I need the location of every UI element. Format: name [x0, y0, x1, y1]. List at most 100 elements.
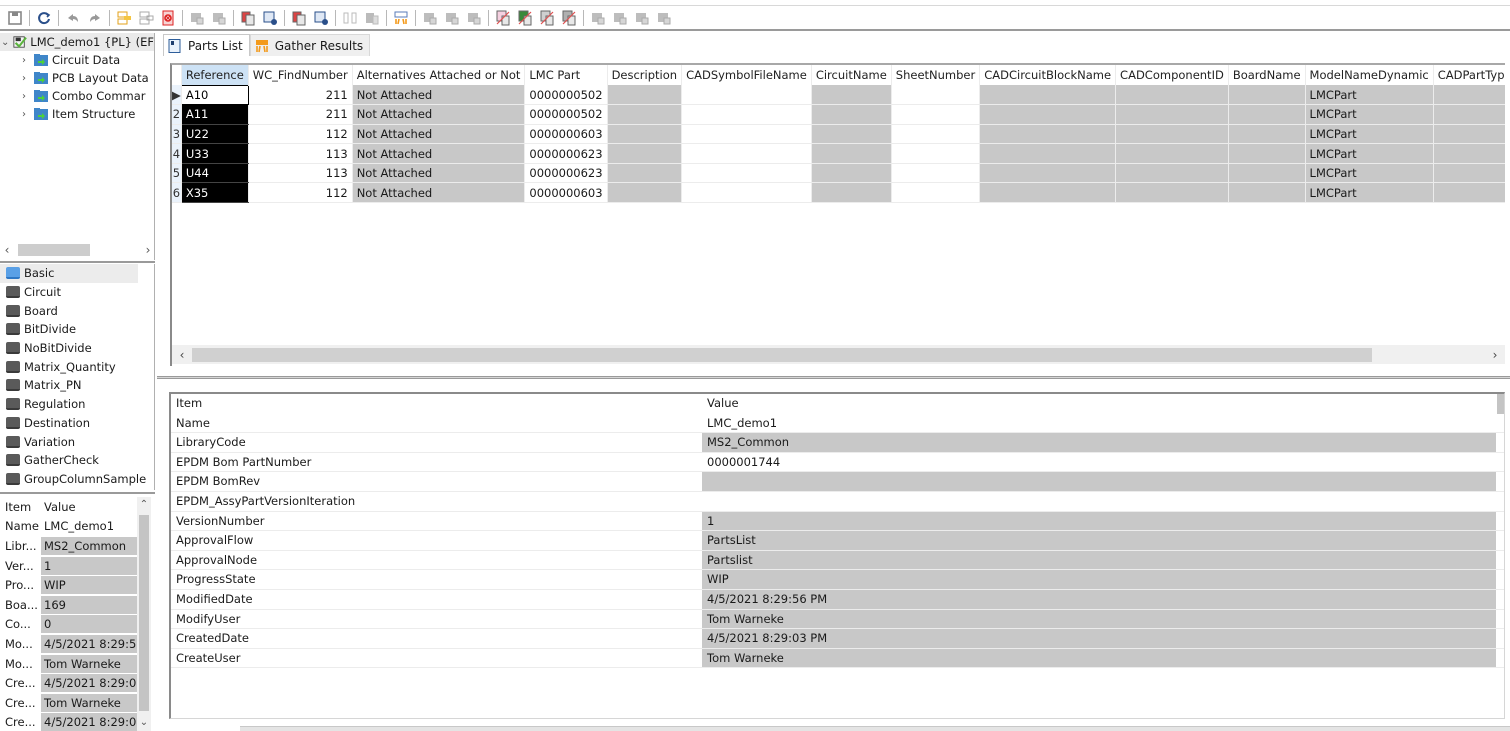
scroll-right-icon[interactable]: ›	[1485, 348, 1505, 362]
undo-icon[interactable]	[64, 9, 82, 27]
import-icon[interactable]	[465, 9, 483, 27]
insert-row-above-icon[interactable]	[188, 9, 206, 27]
view-item[interactable]: Circuit	[0, 283, 154, 302]
column-header[interactable]: Description	[607, 65, 683, 85]
grid-cell[interactable]	[891, 163, 981, 184]
scroll-left-icon[interactable]: ‹	[172, 348, 192, 362]
grid-cell[interactable]	[891, 182, 981, 204]
gather-icon[interactable]	[392, 9, 410, 27]
grid-cell[interactable]: Not Attached	[352, 85, 526, 106]
view-item[interactable]: GatherCheck	[0, 451, 154, 470]
grid-cell[interactable]: 112	[248, 182, 353, 204]
grid-cell[interactable]	[891, 124, 981, 145]
grid-cell[interactable]: 0000000603	[524, 182, 608, 204]
attach-group-icon[interactable]	[633, 9, 651, 27]
cross-link-symbol-icon[interactable]	[494, 9, 512, 27]
grid-cell[interactable]	[607, 104, 683, 125]
cross-link-grid-icon[interactable]	[560, 9, 578, 27]
grid-cell[interactable]: LMCPart	[1305, 163, 1434, 184]
grid-cell[interactable]	[1115, 104, 1229, 125]
view-item[interactable]: Variation	[0, 432, 154, 451]
grid-cell[interactable]: 211	[248, 104, 353, 125]
grid-cell[interactable]	[1433, 182, 1505, 204]
column-header[interactable]: CADCircuitBlockName	[979, 65, 1117, 85]
property-row[interactable]: ApprovalNode Partslist	[171, 550, 1504, 571]
grid-cell[interactable]	[811, 85, 892, 106]
grid-cell[interactable]	[607, 182, 683, 204]
grid-cell[interactable]	[1115, 85, 1229, 106]
grid-cell[interactable]	[607, 143, 683, 164]
property-row[interactable]: CreatedDate 4/5/2021 8:29:03 PM	[171, 629, 1504, 649]
grid-cell[interactable]: Not Attached	[352, 124, 526, 145]
property-value[interactable]: 0000001744	[702, 453, 1496, 472]
horizontal-splitter[interactable]	[157, 376, 1510, 379]
delete-icon[interactable]	[159, 9, 177, 27]
grid-cell[interactable]: 0000000502	[524, 85, 608, 106]
chip-icon[interactable]	[421, 9, 439, 27]
view-item[interactable]: BitDivide	[0, 320, 154, 339]
grid-cell[interactable]	[1228, 124, 1306, 145]
summary-vertical-scrollbar[interactable]: ⌃ ⌄	[137, 497, 151, 731]
save-icon[interactable]	[6, 9, 24, 27]
move-row-icon[interactable]	[312, 9, 330, 27]
view-item[interactable]: GroupColumnSample	[0, 470, 154, 489]
grid-horizontal-scrollbar[interactable]: ‹ ›	[172, 345, 1505, 364]
collapse-rows-icon[interactable]	[137, 9, 155, 27]
refresh-icon[interactable]	[35, 9, 53, 27]
property-row[interactable]: ModifyUser Tom Warneke	[171, 609, 1504, 630]
summary-row[interactable]: Pro... WIP	[2, 575, 153, 595]
row-header[interactable]: 6	[172, 182, 182, 204]
chevron-right-icon[interactable]: ›	[18, 73, 30, 84]
grid-cell[interactable]	[979, 182, 1117, 204]
property-row[interactable]: Name LMC_demo1	[171, 414, 1504, 434]
grid-cell[interactable]: LMCPart	[1305, 182, 1434, 204]
grid-cell[interactable]	[811, 143, 892, 164]
property-row[interactable]: ApprovalFlow PartsList	[171, 531, 1504, 551]
grid-cell[interactable]	[1228, 104, 1306, 125]
property-value[interactable]: 4/5/2021 8:29:56 PM	[702, 589, 1496, 609]
grid-cell[interactable]: 0000000623	[524, 163, 608, 184]
view-item[interactable]: Basic	[0, 264, 138, 283]
table-row[interactable]: 5 U44 113 Not Attached 0000000623 LMCPart	[172, 163, 1505, 184]
summary-row[interactable]: Mo... 4/5/2021 8:29:5	[2, 634, 153, 654]
grid-cell[interactable]	[891, 104, 981, 125]
grid-cell[interactable]	[979, 163, 1117, 184]
reference-cell[interactable]: A10	[180, 84, 249, 106]
grid-cell[interactable]	[891, 143, 981, 164]
grid-cell[interactable]	[979, 143, 1117, 164]
tree-horizontal-scrollbar[interactable]: ‹ ›	[0, 241, 155, 259]
property-row[interactable]: EPDM BomRev	[171, 472, 1504, 492]
grid-cell[interactable]: Not Attached	[352, 104, 526, 125]
row-header[interactable]: ▶	[172, 85, 182, 106]
grid-cell[interactable]: 112	[248, 124, 353, 145]
tab-parts-list[interactable]: Parts List	[163, 34, 250, 56]
property-vertical-scrollbar[interactable]	[1497, 394, 1504, 414]
cross-link-icon[interactable]	[538, 9, 556, 27]
row-header[interactable]: 3	[172, 124, 182, 145]
grid-cell[interactable]	[1115, 163, 1229, 184]
grid-cell[interactable]	[979, 104, 1117, 125]
reference-cell[interactable]: A11	[181, 104, 249, 125]
row-header[interactable]: 2	[172, 104, 182, 125]
grid-cell[interactable]	[681, 85, 812, 106]
chevron-right-icon[interactable]: ›	[18, 109, 30, 120]
scroll-up-icon[interactable]: ⌃	[137, 497, 151, 513]
table-row[interactable]: 6 X35 112 Not Attached 0000000603 LMCPart	[172, 182, 1505, 204]
grid-cell[interactable]	[1115, 124, 1229, 145]
scroll-down-icon[interactable]: ⌄	[137, 715, 151, 731]
column-header[interactable]: BoardName	[1228, 65, 1306, 85]
scroll-thumb[interactable]	[139, 515, 149, 711]
splitter[interactable]	[0, 492, 155, 494]
property-value[interactable]: 1	[702, 511, 1496, 531]
grid-cell[interactable]	[1433, 124, 1505, 145]
detach-icon[interactable]	[611, 9, 629, 27]
column-header[interactable]: Alternatives Attached or Not	[352, 65, 526, 85]
summary-row[interactable]: Cre... Tom Warneke	[2, 693, 153, 713]
view-item[interactable]: NoBitDivide	[0, 339, 154, 358]
property-row[interactable]: EPDM_AssyPartVersionIteration	[171, 492, 1504, 512]
property-value[interactable]: 4/5/2021 8:29:03 PM	[702, 629, 1496, 648]
column-header[interactable]: CADSymbolFileName	[681, 65, 812, 85]
cross-link-layout-icon[interactable]	[516, 9, 534, 27]
summary-row[interactable]: Libr... MS2_Common	[2, 536, 153, 556]
summary-row[interactable]: Mo... Tom Warneke	[2, 654, 153, 674]
